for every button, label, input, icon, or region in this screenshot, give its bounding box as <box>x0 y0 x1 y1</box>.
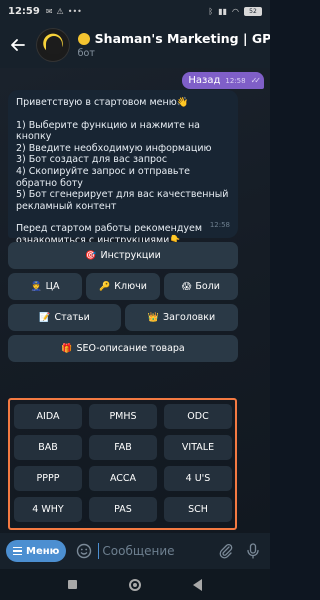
chat-title: Shaman's Marketing | GP <box>94 31 271 46</box>
button-label: Инструкции <box>100 250 161 261</box>
back-arrow-icon[interactable] <box>8 35 28 55</box>
message-input-bar: Меню Сообщение <box>0 533 270 569</box>
recents-icon[interactable] <box>68 580 77 589</box>
reply-keyboard: AIDA PMHS ODC BAB FAB VITALE PPPP ACCA 4… <box>8 398 237 530</box>
status-bar: 12:59 ✉ ⚠ ••• ᛒ ▮▮ ◠ 52 <box>0 0 270 22</box>
formula-button-pmhs[interactable]: PMHS <box>89 404 157 429</box>
crown-icon: 👑 <box>147 312 160 323</box>
formula-button-4why[interactable]: 4 WHY <box>14 497 82 522</box>
outgoing-text: Назад <box>188 75 221 86</box>
message-line: 2) Введите необходимую информацию <box>16 142 212 154</box>
formula-button-sch[interactable]: SCH <box>164 497 232 522</box>
button-label: Ключи <box>114 281 147 292</box>
button-label: Статьи <box>54 312 90 323</box>
seo-description-button[interactable]: 🎁 SEO-описание товара <box>8 335 238 362</box>
incoming-message[interactable]: Приветствую в стартовом меню👋 1) Выберит… <box>8 90 238 246</box>
menu-label: Меню <box>26 545 60 557</box>
memo-icon: 📝 <box>39 312 51 323</box>
emoji-icon[interactable] <box>76 543 92 559</box>
formula-button-fab[interactable]: FAB <box>89 435 157 460</box>
chat-title-block[interactable]: Shaman's Marketing | GP бот <box>77 31 271 59</box>
yellow-circle-icon <box>77 32 90 45</box>
formula-button-vitale[interactable]: VITALE <box>164 435 232 460</box>
menu-icon <box>13 546 22 556</box>
button-label: ЦА <box>45 281 60 292</box>
status-system-icons: ᛒ ▮▮ ◠ 52 <box>208 6 262 16</box>
formula-button-pas[interactable]: PAS <box>89 497 157 522</box>
signal-icon: ▮▮ <box>218 6 228 16</box>
formula-button-4us[interactable]: 4 U'S <box>164 466 232 491</box>
message-line: Приветствую в стартовом меню👋 <box>16 97 189 108</box>
gift-icon: 🎁 <box>61 343 73 354</box>
battery-icon: 52 <box>244 6 262 16</box>
message-icon: ✉ <box>45 6 53 16</box>
police-officer-icon: 👮 <box>30 281 42 292</box>
headlines-button[interactable]: 👑 Заголовки <box>125 304 238 331</box>
instructions-button[interactable]: 🎯 Инструкции <box>8 242 238 269</box>
button-label: Боли <box>195 281 220 292</box>
chat-subtitle: бот <box>77 48 95 59</box>
keys-button[interactable]: 🔑 Ключи <box>86 273 160 300</box>
bluetooth-icon: ᛒ <box>208 6 214 16</box>
formula-button-pppp[interactable]: PPPP <box>14 466 82 491</box>
target-icon: 🎯 <box>85 250 97 261</box>
articles-button[interactable]: 📝 Статьи <box>8 304 121 331</box>
message-line: 4) Скопируйте запрос и отправьте обратно… <box>16 165 190 189</box>
ca-button[interactable]: 👮 ЦА <box>8 273 82 300</box>
incoming-time: 12:58 <box>209 221 230 230</box>
alert-icon: ⚠ <box>56 6 64 16</box>
bot-avatar[interactable] <box>35 28 70 62</box>
message-line: 3) Бот создаст для вас запрос <box>16 154 168 166</box>
chat-area[interactable]: Назад 12:58 ✓✓ Приветствую в стартовом м… <box>0 68 270 533</box>
status-time: 12:59 <box>8 5 40 17</box>
pains-button[interactable]: 😱 Боли <box>164 273 238 300</box>
chat-header: Shaman's Marketing | GP бот <box>0 22 270 68</box>
nav-back-icon[interactable] <box>193 578 202 591</box>
system-nav-bar <box>0 569 270 600</box>
key-icon: 🔑 <box>99 281 111 292</box>
dots-icon: ••• <box>67 6 82 16</box>
button-label: Заголовки <box>163 312 216 323</box>
message-input[interactable]: Сообщение <box>98 543 218 559</box>
read-check-icon: ✓✓ <box>250 76 262 85</box>
button-label: SEO-описание товара <box>76 343 185 354</box>
attach-icon[interactable] <box>218 543 234 559</box>
formula-button-bab[interactable]: BAB <box>14 435 82 460</box>
home-icon[interactable] <box>129 578 141 591</box>
outgoing-message[interactable]: Назад 12:58 ✓✓ <box>182 72 264 89</box>
message-line: 5) Бот сгенерирует для вас качественный … <box>16 189 229 212</box>
status-notification-icons: ✉ ⚠ ••• <box>46 7 82 16</box>
formula-button-acca[interactable]: ACCA <box>89 466 157 491</box>
wifi-icon: ◠ <box>232 6 239 16</box>
formula-button-aida[interactable]: AIDA <box>14 404 82 429</box>
message-line: 1) Выберите функцию и нажмите на кнопку <box>16 119 201 143</box>
outgoing-time: 12:58 <box>225 76 246 85</box>
menu-button[interactable]: Меню <box>6 540 67 562</box>
screaming-face-icon: 😱 <box>182 281 192 292</box>
microphone-icon[interactable] <box>246 543 260 559</box>
formula-button-odc[interactable]: ODC <box>164 404 232 429</box>
